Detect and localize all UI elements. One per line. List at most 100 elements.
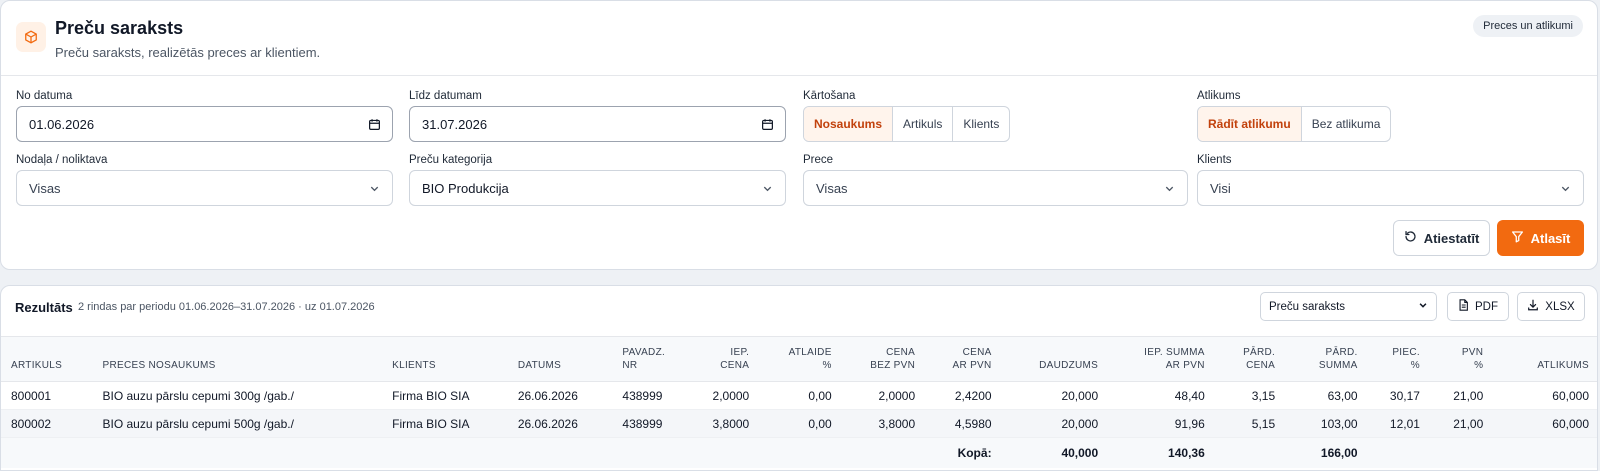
box-icon (16, 22, 46, 52)
totals-empty (1214, 437, 1286, 468)
table-cell: 4,5980 (925, 409, 1002, 438)
table-cell: 800001 (1, 381, 93, 410)
column-header-text: AR PVN (952, 360, 992, 371)
table-cell: 103,00 (1285, 409, 1368, 438)
page-title: Preču saraksts (55, 18, 184, 38)
table-cell: 3,15 (1214, 381, 1286, 410)
to-date-input[interactable]: 31.07.2026 (409, 106, 786, 142)
export-pdf-button[interactable]: PDF (1447, 292, 1509, 321)
table-cell: 30,17 (1367, 381, 1430, 410)
column-header-text: PIEC. (1392, 347, 1420, 358)
report-type-select[interactable]: Preču saraksts (1260, 292, 1437, 321)
reset-button-label: Atiestatīt (1423, 230, 1480, 246)
search-button[interactable]: Atlasīt (1497, 220, 1584, 256)
column-header-text: ATLIKUMS (1537, 360, 1589, 371)
reset-icon (1404, 230, 1417, 246)
totals-purchase-sum: 140,36 (1108, 437, 1215, 468)
column-header: ARTIKULS (1, 336, 93, 382)
reset-button[interactable]: Atiestatīt (1393, 220, 1490, 256)
to-date-label: Līdz datumam (409, 90, 482, 102)
column-header-text: SUMMA (1318, 360, 1358, 371)
product-value: Visas (816, 180, 848, 196)
table-cell: 48,40 (1108, 381, 1215, 410)
sort-option-client[interactable]: Klients (952, 107, 1009, 141)
sort-label: Kārtošana (803, 90, 856, 102)
client-value: Visi (1210, 180, 1231, 196)
table-cell: 20,000 (1001, 409, 1109, 438)
table-row[interactable]: 800001 BIO auzu pārslu cepumi 300g /gab./… (1, 381, 1597, 410)
stock-option-hide[interactable]: Bez atlikuma (1300, 107, 1391, 141)
stock-option-show[interactable]: Rādīt atlikumu (1198, 107, 1301, 141)
chevron-down-icon (749, 183, 785, 194)
table-cell: 2,0000 (841, 381, 926, 410)
column-header: PĀRD. CENA (1214, 336, 1286, 382)
warehouse-select[interactable]: Visas (16, 170, 393, 206)
table-cell: 0,00 (759, 409, 842, 438)
table-cell: 60,000 (1493, 409, 1597, 438)
table-cell: BIO auzu pārslu cepumi 300g /gab./ (92, 381, 383, 410)
from-date-value: 01.06.2026 (29, 116, 95, 132)
column-header: CENA BEZ PVN (841, 336, 926, 382)
table-row[interactable]: 800002 BIO auzu pārslu cepumi 500g /gab./… (1, 409, 1597, 438)
export-xlsx-button[interactable]: XLSX (1517, 292, 1585, 321)
column-header: ATLIKUMS (1493, 336, 1597, 382)
table-cell: 800002 (1, 409, 93, 438)
column-header: DAUDZUMS (1001, 336, 1109, 382)
table-cell: 438999 (612, 409, 677, 438)
column-header-text: BEZ PVN (870, 360, 916, 371)
column-header: CENA AR PVN (925, 336, 1002, 382)
results-meta: 2 rindas par periodu 01.06.2026–31.07.20… (78, 301, 375, 313)
chevron-down-icon (356, 183, 392, 194)
column-header: IEP. SUMMA AR PVN (1108, 336, 1215, 382)
chevron-down-icon (1418, 300, 1428, 313)
category-select[interactable]: BIO Produkcija (409, 170, 786, 206)
sort-option-name[interactable]: Nosaukums (804, 107, 893, 141)
totals-sales-sum: 166,00 (1285, 437, 1368, 468)
column-header-text: PRECES NOSAUKUMS (102, 360, 216, 371)
file-icon (1458, 299, 1469, 314)
sort-option-article[interactable]: Artikuls (892, 107, 952, 141)
calendar-icon[interactable] (749, 118, 785, 131)
chevron-down-icon (1151, 183, 1187, 194)
filter-card: Preču saraksts Preču saraksts, realizētā… (0, 0, 1598, 270)
column-header-text: PĀRD. (1325, 347, 1358, 358)
column-header: DATUMS (507, 336, 613, 382)
export-pdf-label: PDF (1475, 300, 1498, 313)
warehouse-label: Nodaļa / noliktava (16, 154, 108, 166)
to-date-value: 31.07.2026 (422, 116, 488, 132)
totals-quantity: 40,000 (1001, 437, 1109, 468)
table-cell: 63,00 (1285, 381, 1368, 410)
column-header-text: KLIENTS (392, 360, 436, 371)
product-select[interactable]: Visas (803, 170, 1188, 206)
column-header: IEP. CENA (676, 336, 760, 382)
column-header: PRECES NOSAUKUMS (92, 336, 383, 382)
column-header: PAVADZ. NR (612, 336, 677, 382)
page-subtitle: Preču saraksts, realizētās preces ar kli… (55, 45, 321, 60)
section-badge: Preces un atlikumi (1473, 15, 1583, 37)
table-cell: 20,000 (1001, 381, 1109, 410)
totals-label: Kopā: (1, 437, 1002, 468)
stock-segmented-control: Rādīt atlikumu Bez atlikuma (1197, 106, 1392, 142)
column-header-text: ATLAIDE (788, 347, 832, 358)
column-header-text: IEP. (730, 347, 750, 358)
column-header: KLIENTS (382, 336, 508, 382)
table-cell: BIO auzu pārslu cepumi 500g /gab./ (92, 409, 383, 438)
results-card: Rezultāts 2 rindas par periodu 01.06.202… (0, 285, 1598, 471)
export-xlsx-label: XLSX (1545, 300, 1575, 313)
column-header-text: DAUDZUMS (1039, 360, 1099, 371)
from-date-input[interactable]: 01.06.2026 (16, 106, 393, 142)
table-cell: 26.06.2026 (507, 409, 613, 438)
page-header: Preču saraksts Preču saraksts, realizētā… (1, 1, 1597, 76)
column-header-text: PĀRD. (1243, 347, 1276, 358)
warehouse-value: Visas (29, 180, 61, 196)
column-header-text: CENA (962, 347, 992, 358)
client-select[interactable]: Visi (1197, 170, 1584, 206)
table-cell: 3,8000 (676, 409, 760, 438)
calendar-icon[interactable] (356, 118, 392, 131)
column-header-text: AR PVN (1165, 360, 1205, 371)
results-table: ARTIKULS PRECES NOSAUKUMS KLIENTS DATUMS PAV… (1, 336, 1597, 468)
column-header: ATLAIDE% (759, 336, 842, 382)
table-header-row: ARTIKULS PRECES NOSAUKUMS KLIENTS DATUMS PAV… (1, 336, 1597, 382)
column-header-text: ARTIKULS (11, 360, 63, 371)
category-label: Preču kategorija (409, 154, 493, 166)
